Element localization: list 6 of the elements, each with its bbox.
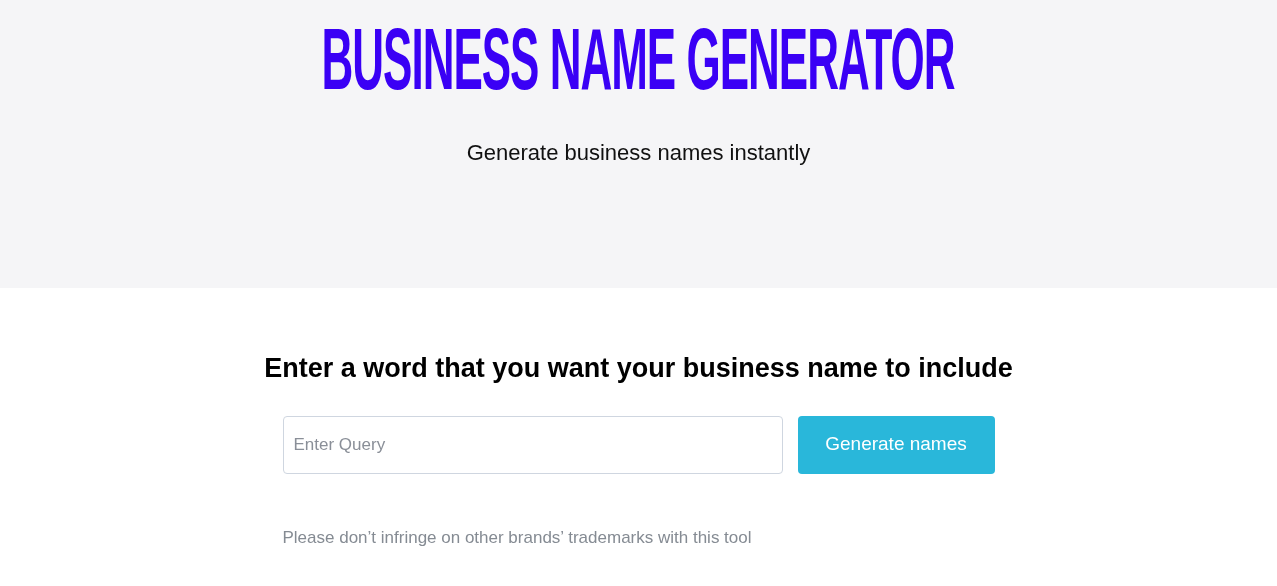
- trademark-note: Please don’t infringe on other brands’ trademarks with this tool: [282, 526, 753, 549]
- subtitle: Generate business names instantly: [466, 139, 811, 167]
- query-input-field[interactable]: Enter Query: [282, 415, 783, 474]
- generate-button[interactable]: Generate names: [797, 415, 995, 474]
- form-heading: Enter a word that you want your business name to include: [264, 352, 1013, 385]
- page-title: BUSINESS NAME GENERATOR: [322, 14, 955, 104]
